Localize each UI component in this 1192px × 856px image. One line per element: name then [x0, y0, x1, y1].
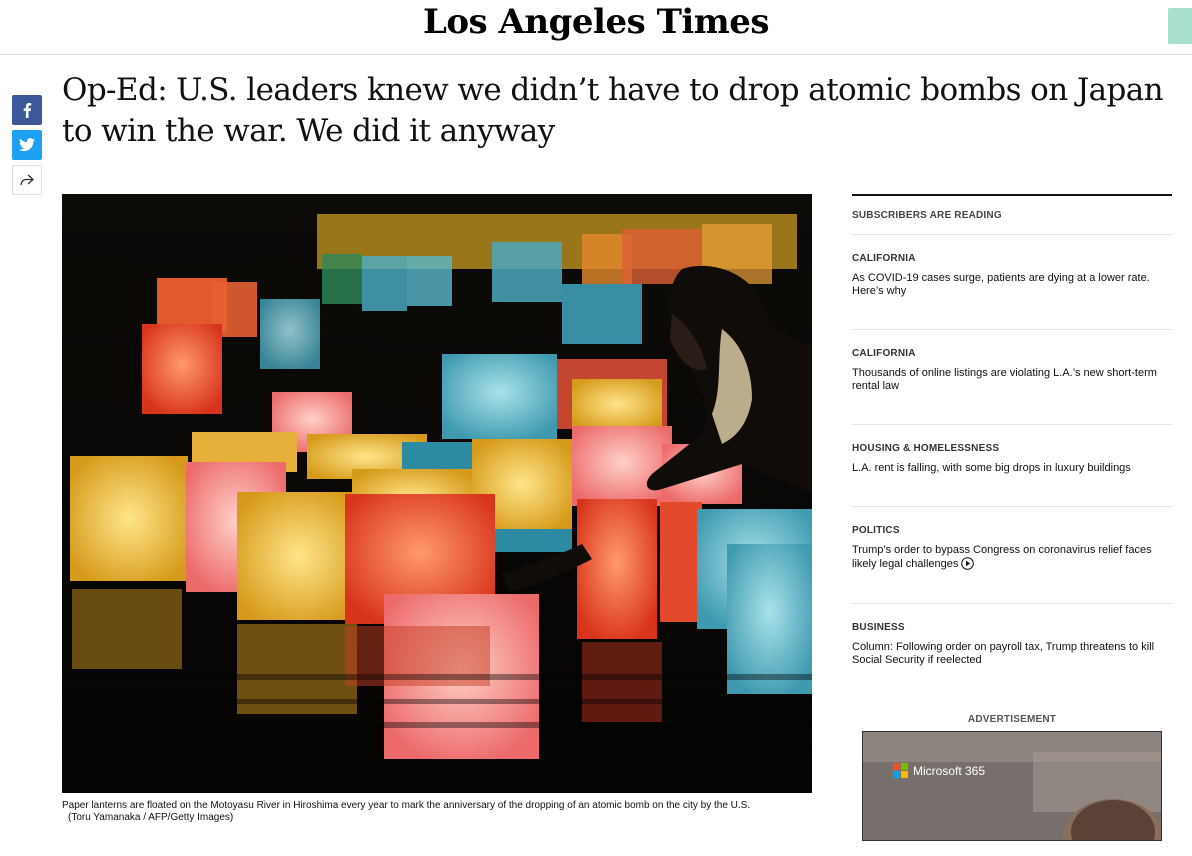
share-bar [12, 95, 42, 200]
story-section-label[interactable]: CALIFORNIA [852, 253, 1172, 264]
twitter-share-button[interactable] [12, 130, 42, 160]
story-link[interactable]: Column: Following order on payroll tax, … [852, 641, 1164, 667]
story-section-label[interactable]: HOUSING & HOMELESSNESS [852, 443, 1172, 454]
facebook-share-button[interactable] [12, 95, 42, 125]
story-link[interactable]: L.A. rent is falling, with some big drop… [852, 462, 1164, 475]
twitter-icon [19, 138, 35, 152]
more-share-button[interactable] [12, 165, 42, 195]
story-link[interactable]: Thousands of online listings are violati… [852, 367, 1164, 393]
share-arrow-icon [20, 174, 34, 186]
facebook-icon [23, 103, 32, 118]
site-logo[interactable]: Los Angeles Times [0, 2, 1192, 42]
photo-credit: (Toru Yamanaka / AFP/Getty Images) [68, 812, 234, 823]
story-title-text[interactable]: Trump’s order to bypass Congress on coro… [852, 544, 1152, 570]
ad-background [863, 732, 1161, 840]
story-section-label[interactable]: CALIFORNIA [852, 348, 1172, 359]
masthead: Los Angeles Times [0, 0, 1192, 55]
advertisement-label: ADVERTISEMENT [967, 714, 1057, 725]
microsoft-logo-icon [893, 763, 908, 778]
subscribers-reading-sidebar: SUBSCRIBERS ARE READING CALIFORNIA As CO… [852, 194, 1172, 688]
story-section-label[interactable]: POLITICS [852, 525, 1172, 536]
microsoft-365-logo[interactable]: Microsoft 365 [893, 763, 985, 778]
story-link[interactable]: As COVID-19 cases surge, patients are dy… [852, 272, 1164, 298]
story-link[interactable]: Trump’s order to bypass Congress on coro… [852, 544, 1164, 571]
sidebar-story[interactable]: HOUSING & HOMELESSNESS L.A. rent is fall… [852, 425, 1172, 507]
hero-image[interactable] [62, 194, 812, 793]
sidebar-story[interactable]: POLITICS Trump’s order to bypass Congres… [852, 507, 1172, 604]
article-headline: Op-Ed: U.S. leaders knew we didn’t have … [62, 72, 1164, 149]
video-play-icon[interactable] [961, 557, 975, 570]
caption-text: Paper lanterns are floated on the Motoya… [62, 800, 751, 811]
image-caption: Paper lanterns are floated on the Motoya… [62, 800, 812, 824]
ad-brand-text: Microsoft 365 [913, 763, 986, 778]
menu-button[interactable] [1168, 8, 1192, 44]
sidebar-story[interactable]: BUSINESS Column: Following order on payr… [852, 604, 1172, 688]
advertisement[interactable]: Microsoft 365 [862, 731, 1162, 841]
sidebar-heading: SUBSCRIBERS ARE READING [852, 196, 1172, 235]
sidebar-story[interactable]: CALIFORNIA Thousands of online listings … [852, 330, 1172, 425]
sidebar-story[interactable]: CALIFORNIA As COVID-19 cases surge, pati… [852, 235, 1172, 330]
story-section-label[interactable]: BUSINESS [852, 622, 1172, 633]
lanterns-photo [62, 194, 812, 793]
